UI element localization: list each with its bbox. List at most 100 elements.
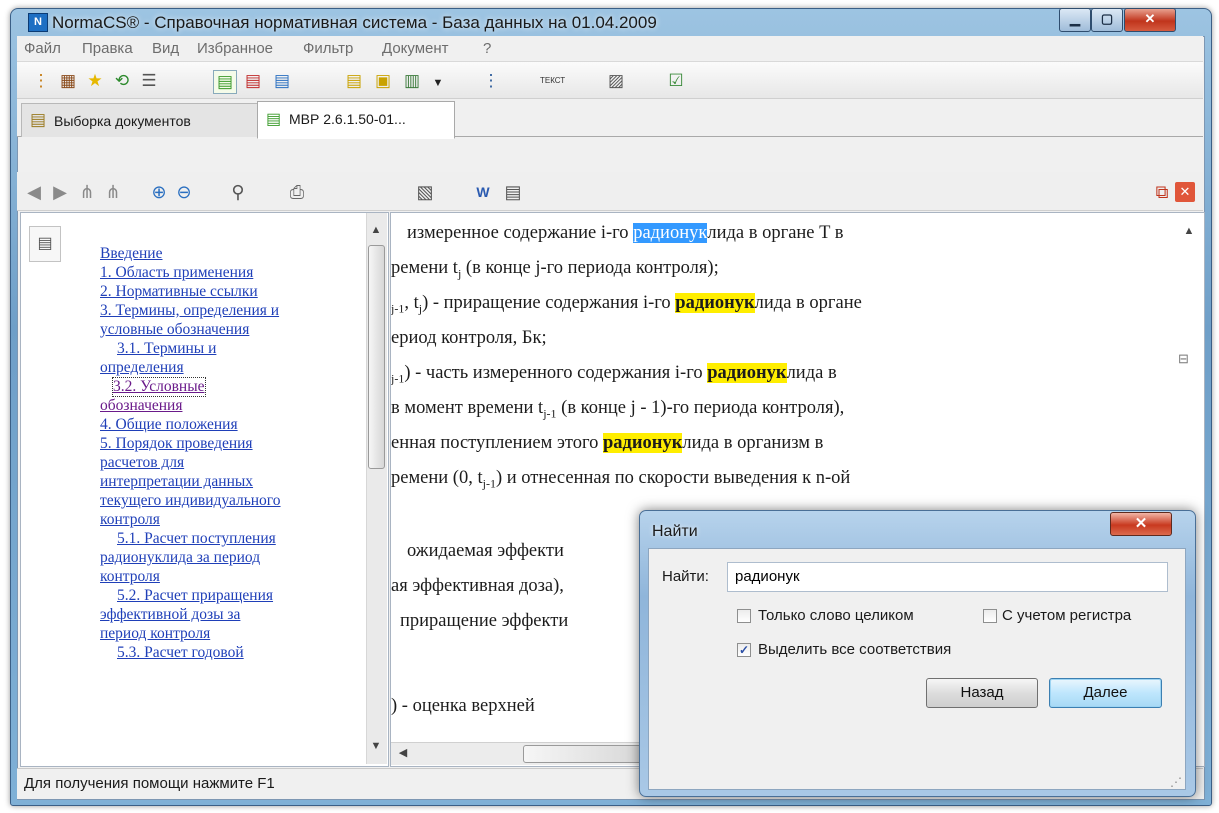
back-icon[interactable]: ◀ bbox=[22, 180, 46, 204]
toc-item[interactable]: условные обозначения bbox=[100, 321, 249, 339]
toc-item[interactable]: Введение bbox=[100, 245, 162, 263]
word-export-icon[interactable]: W bbox=[471, 180, 495, 204]
history-icon[interactable]: ⟲ bbox=[111, 70, 133, 92]
forward-icon[interactable]: ▶ bbox=[48, 180, 72, 204]
tree-icon[interactable]: ⋮ bbox=[30, 70, 52, 92]
toc-item[interactable]: 5.1. Расчет поступления bbox=[117, 530, 276, 548]
highlight-all-checkbox[interactable]: ✓ bbox=[737, 643, 751, 657]
menu-filter[interactable]: Фильтр bbox=[303, 40, 353, 57]
whole-word-label: Только слово целиком bbox=[758, 607, 914, 624]
favorites-star-icon[interactable]: ★ bbox=[84, 70, 106, 92]
toc-toggle-icon[interactable]: ▤ bbox=[29, 226, 61, 262]
print-preview-icon[interactable]: ▧ bbox=[413, 180, 437, 204]
toc-item[interactable]: 5. Порядок проведения bbox=[100, 435, 253, 453]
window-title: NormaCS® - Справочная нормативная систем… bbox=[52, 13, 657, 32]
close-tab-icon[interactable]: ✕ bbox=[1175, 182, 1195, 202]
next-button[interactable]: Далее bbox=[1049, 678, 1162, 708]
document-properties-icon[interactable]: ▥ bbox=[401, 70, 423, 92]
search-documents-icon[interactable]: ▦ bbox=[57, 70, 79, 92]
toc-item[interactable]: 4. Общие положения bbox=[100, 416, 238, 434]
tree-add-icon[interactable]: ⋮ bbox=[480, 70, 502, 92]
doc-scroll-left-icon[interactable]: ◀ bbox=[396, 746, 410, 759]
toc-item[interactable]: 2. Нормативные ссылки bbox=[100, 283, 258, 301]
back-button[interactable]: Назад bbox=[926, 678, 1038, 708]
toc-item[interactable]: 5.3. Расчет годовой bbox=[117, 644, 244, 662]
menu-document[interactable]: Документ bbox=[382, 40, 449, 57]
doc-line: j-1, tj) - приращение содержания i-го ра… bbox=[391, 293, 862, 316]
doc-line: ая эффективная доза), bbox=[391, 576, 564, 596]
doc-line: ожидаемая эффекти bbox=[407, 541, 564, 561]
binoculars-icon[interactable]: ⚲ bbox=[226, 180, 250, 204]
doc-line: приращение эффекти bbox=[400, 611, 569, 631]
status-text: Для получения помощи нажмите F1 bbox=[24, 775, 275, 792]
toc-item[interactable]: радионуклида за период bbox=[100, 549, 260, 567]
maximize-icon[interactable]: ▢ bbox=[1091, 8, 1123, 32]
doc-line: в момент времени tj-1 (в конце j - 1)-го… bbox=[391, 398, 845, 421]
highlight-all-label: Выделить все соответствия bbox=[758, 641, 952, 658]
find-dialog-title: Найти bbox=[652, 523, 698, 540]
find-label: Найти: bbox=[662, 568, 709, 585]
doc-line: ремени (0, tj-1) и отнесенная по скорост… bbox=[391, 468, 851, 491]
folder-list-icon: ▤ bbox=[30, 110, 47, 129]
menu-bar bbox=[17, 36, 1203, 62]
find-input[interactable] bbox=[727, 562, 1168, 592]
doc-hscroll-thumb[interactable] bbox=[523, 745, 645, 763]
doc-line: измеренное содержание i-го радионуклида … bbox=[407, 223, 844, 243]
zoom-out-icon[interactable]: ⊖ bbox=[172, 180, 196, 204]
zoom-in-icon[interactable]: ⊕ bbox=[147, 180, 171, 204]
document-green-icon[interactable]: ▤ bbox=[213, 70, 237, 94]
match-case-label: С учетом регистра bbox=[1002, 607, 1132, 624]
toc-item[interactable]: период контроля bbox=[100, 625, 210, 643]
toc-item[interactable]: интерпретации данных bbox=[100, 473, 253, 491]
document-yellow-icon[interactable]: ▤ bbox=[343, 70, 365, 92]
doc-line: ериод контроля, Бк; bbox=[391, 328, 547, 348]
resize-grip-icon[interactable]: ⋰ bbox=[1170, 775, 1182, 789]
compare-icon[interactable]: ▨ bbox=[605, 70, 627, 92]
toc-item[interactable]: 3.1. Термины и bbox=[117, 340, 216, 358]
find-dialog-close-icon[interactable]: ✕ bbox=[1110, 512, 1172, 536]
scroll-down-icon[interactable]: ▼ bbox=[368, 740, 384, 752]
toc-item[interactable]: расчетов для bbox=[100, 454, 184, 472]
toc-item-current[interactable]: обозначения bbox=[100, 397, 182, 415]
close-icon[interactable]: ✕ bbox=[1124, 8, 1176, 32]
doc-scroll-grip-icon[interactable]: ⊟ bbox=[1178, 351, 1189, 367]
document-icon: ▤ bbox=[266, 111, 282, 128]
document-red-icon[interactable]: ▤ bbox=[242, 70, 264, 92]
print-icon[interactable]: ⎙ bbox=[285, 180, 309, 204]
doc-line: j-1) - часть измеренного содержания i-го… bbox=[391, 363, 837, 386]
menu-file[interactable]: Файл bbox=[24, 40, 61, 57]
toc-item[interactable]: контроля bbox=[100, 568, 160, 586]
menu-edit[interactable]: Правка bbox=[82, 40, 133, 57]
document-blue-icon[interactable]: ▤ bbox=[271, 70, 293, 92]
chevron-down-icon[interactable]: ▼ bbox=[427, 72, 449, 94]
text-icon[interactable]: ТЕКСТ bbox=[540, 70, 565, 92]
document-copy-icon[interactable]: ▣ bbox=[372, 70, 394, 92]
match-case-checkbox[interactable] bbox=[983, 609, 997, 623]
list-icon[interactable]: ☰ bbox=[138, 70, 160, 92]
close-document-icon[interactable]: ⧉ bbox=[1150, 180, 1174, 204]
menu-favorites[interactable]: Избранное bbox=[197, 40, 273, 57]
check-document-icon[interactable]: ☑ bbox=[665, 70, 687, 92]
doc-line: ) - оценка верхней bbox=[391, 696, 535, 716]
toc-item[interactable]: 3. Термины, определения и bbox=[100, 302, 279, 320]
menu-help[interactable]: ? bbox=[483, 40, 491, 57]
tree-forward-icon[interactable]: ⋔ bbox=[101, 180, 125, 204]
menu-view[interactable]: Вид bbox=[152, 40, 179, 57]
scroll-up-icon[interactable]: ▲ bbox=[368, 224, 384, 236]
minimize-icon[interactable]: ▁ bbox=[1059, 8, 1091, 32]
toc-item[interactable]: текущего индивидуального bbox=[100, 492, 281, 510]
tree-back-icon[interactable]: ⋔ bbox=[75, 180, 99, 204]
toc-item[interactable]: контроля bbox=[100, 511, 160, 529]
toc-item[interactable]: 1. Область применения bbox=[100, 264, 253, 282]
doc-scroll-up-icon[interactable]: ▲ bbox=[1182, 225, 1196, 237]
normacs-app-icon: N bbox=[28, 13, 48, 32]
toc-item[interactable]: определения bbox=[100, 359, 184, 377]
doc-line: ремени tj (в конце j-го периода контроля… bbox=[391, 258, 719, 281]
toc-item-current[interactable]: 3.2. Условные bbox=[112, 377, 206, 397]
toc-item[interactable]: 5.2. Расчет приращения bbox=[117, 587, 273, 605]
tab-selection-label: Выборка документов bbox=[54, 113, 191, 129]
export-icon[interactable]: ▤ bbox=[501, 180, 525, 204]
toc-scroll-thumb[interactable] bbox=[368, 245, 385, 469]
toc-item[interactable]: эффективной дозы за bbox=[100, 606, 240, 624]
whole-word-checkbox[interactable] bbox=[737, 609, 751, 623]
